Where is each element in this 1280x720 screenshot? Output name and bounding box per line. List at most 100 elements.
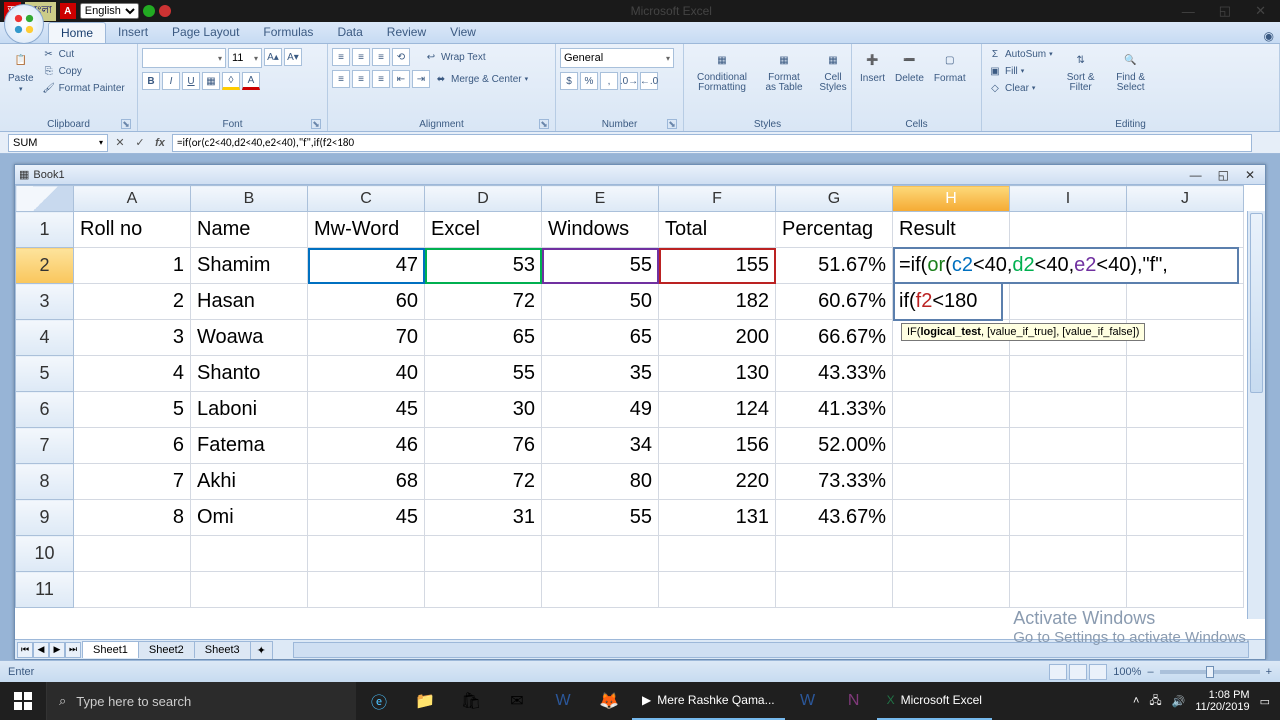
cell-D9[interactable]: 31 [425,500,542,536]
ribbon-tab-insert[interactable]: Insert [106,22,160,43]
find-select-button[interactable]: 🔍Find & Select [1107,46,1155,95]
cell-H6[interactable] [893,392,1010,428]
cell-C4[interactable]: 70 [308,320,425,356]
cell-D8[interactable]: 72 [425,464,542,500]
grow-font-button[interactable]: A▴ [264,48,282,66]
cancel-formula-button[interactable]: ✕ [112,135,128,151]
font-name-combo[interactable]: ▾ [142,48,226,68]
task-explorer[interactable]: 📁 [402,682,448,720]
task-excel[interactable]: XMicrosoft Excel [877,682,992,720]
sheet-nav-first[interactable]: ⏮ [17,642,33,658]
cell-C1[interactable]: Mw-Word [308,212,425,248]
align-top-button[interactable]: ≡ [332,48,350,66]
row-header-5[interactable]: 5 [16,356,74,392]
row-header-7[interactable]: 7 [16,428,74,464]
row-header-4[interactable]: 4 [16,320,74,356]
cell-D10[interactable] [425,536,542,572]
cell-D6[interactable]: 30 [425,392,542,428]
cell-F2[interactable]: 155 [659,248,776,284]
cell-B5[interactable]: Shanto [191,356,308,392]
sheet-tab-sheet1[interactable]: Sheet1 [82,641,139,658]
cell-H11[interactable] [893,572,1010,608]
select-all-button[interactable] [16,186,74,212]
conditional-formatting-button[interactable]: ▦Conditional Formatting [688,46,756,95]
ribbon-tab-review[interactable]: Review [375,22,438,43]
border-button[interactable]: ▦ [202,72,220,90]
delete-cells-button[interactable]: ➖Delete [891,46,928,86]
task-onenote[interactable]: N [831,682,877,720]
cell-D7[interactable]: 76 [425,428,542,464]
cell-E3[interactable]: 50 [542,284,659,320]
cell-B6[interactable]: Laboni [191,392,308,428]
cell-D11[interactable] [425,572,542,608]
cell-C9[interactable]: 45 [308,500,425,536]
cell-H8[interactable] [893,464,1010,500]
cell-A7[interactable]: 6 [74,428,191,464]
cell-A6[interactable]: 5 [74,392,191,428]
font-size-combo[interactable]: 11▾ [228,48,262,68]
cell-F7[interactable]: 156 [659,428,776,464]
name-box[interactable]: SUM▾ [8,134,108,152]
view-normal-button[interactable] [1049,664,1067,680]
cell-J8[interactable] [1127,464,1244,500]
cell-E7[interactable]: 34 [542,428,659,464]
col-header-C[interactable]: C [308,186,425,212]
currency-button[interactable]: $ [560,72,578,90]
align-bottom-button[interactable]: ≡ [372,48,390,66]
worksheet-grid[interactable]: ABCDEFGHIJ1Roll noNameMw-WordExcelWindow… [15,185,1265,639]
cell-G11[interactable] [776,572,893,608]
ribbon-tab-formulas[interactable]: Formulas [251,22,325,43]
dec-decimal-button[interactable]: ←.0 [640,72,658,90]
percent-button[interactable]: % [580,72,598,90]
shrink-font-button[interactable]: A▾ [284,48,302,66]
cell-J1[interactable] [1127,212,1244,248]
sheet-nav-last[interactable]: ⏭ [65,642,81,658]
cell-E1[interactable]: Windows [542,212,659,248]
cell-G9[interactable]: 43.67% [776,500,893,536]
cell-G7[interactable]: 52.00% [776,428,893,464]
cell-G3[interactable]: 60.67% [776,284,893,320]
row-header-2[interactable]: 2 [16,248,74,284]
maximize-button[interactable]: ◱ [1209,3,1241,19]
cell-G2[interactable]: 51.67% [776,248,893,284]
cell-F10[interactable] [659,536,776,572]
cell-E8[interactable]: 80 [542,464,659,500]
col-header-G[interactable]: G [776,186,893,212]
cell-I3[interactable] [1010,284,1127,320]
cell-F4[interactable]: 200 [659,320,776,356]
cell-F6[interactable]: 124 [659,392,776,428]
format-as-table-button[interactable]: ▦Format as Table [758,46,810,95]
enter-formula-button[interactable]: ✓ [132,135,148,151]
zoom-in-button[interactable]: + [1266,666,1272,678]
wrap-text-button[interactable]: ↩Wrap Text [422,48,488,66]
cell-C5[interactable]: 40 [308,356,425,392]
cell-D4[interactable]: 65 [425,320,542,356]
tray-clock[interactable]: 1:08 PM11/20/2019 [1195,689,1249,713]
cell-E5[interactable]: 35 [542,356,659,392]
cell-I8[interactable] [1010,464,1127,500]
cell-H9[interactable] [893,500,1010,536]
formula-input[interactable] [172,134,1252,152]
col-header-E[interactable]: E [542,186,659,212]
cell-J7[interactable] [1127,428,1244,464]
cell-B10[interactable] [191,536,308,572]
wb-close-button[interactable]: ✕ [1239,168,1261,182]
comma-button[interactable]: , [600,72,618,90]
cell-C10[interactable] [308,536,425,572]
cell-F3[interactable]: 182 [659,284,776,320]
close-button[interactable]: ✕ [1245,3,1276,19]
cell-A3[interactable]: 2 [74,284,191,320]
underline-button[interactable]: U [182,72,200,90]
cell-H1[interactable]: Result [893,212,1010,248]
row-header-10[interactable]: 10 [16,536,74,572]
task-firefox[interactable]: 🦊 [586,682,632,720]
cell-I5[interactable] [1010,356,1127,392]
zoom-slider[interactable] [1160,670,1260,674]
cell-I10[interactable] [1010,536,1127,572]
help-icon[interactable]: ◉ [1258,29,1280,43]
cell-B1[interactable]: Name [191,212,308,248]
cell-A8[interactable]: 7 [74,464,191,500]
cell-G10[interactable] [776,536,893,572]
wb-maximize-button[interactable]: ◱ [1212,168,1235,182]
cell-J11[interactable] [1127,572,1244,608]
